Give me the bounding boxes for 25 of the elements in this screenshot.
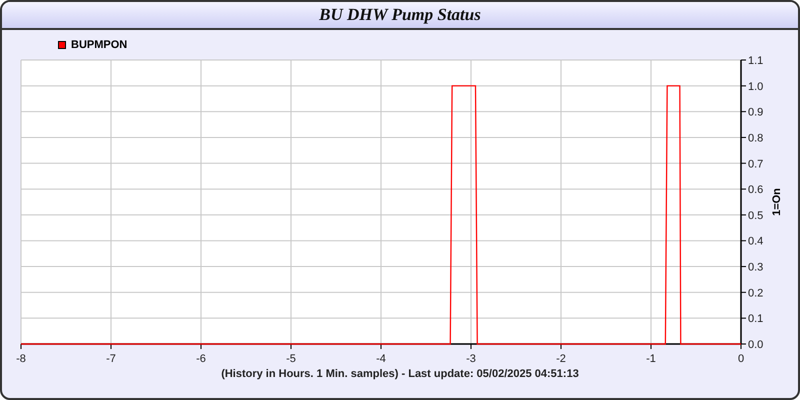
tick-label: 0.1 xyxy=(748,313,764,326)
legend-label: BUPMPON xyxy=(71,38,128,53)
tick-label: 1.0 xyxy=(748,80,764,93)
tick-label: 0.7 xyxy=(748,158,764,170)
tick-label: -8 xyxy=(16,353,26,365)
tick-label: -4 xyxy=(376,353,386,365)
tick-label: -7 xyxy=(106,353,116,365)
tick-label: -5 xyxy=(286,353,296,365)
tick-label: 0.3 xyxy=(748,262,764,274)
tick-label: 0.5 xyxy=(748,210,764,222)
tick-label: -1 xyxy=(646,353,656,365)
tick-label: 0 xyxy=(738,353,744,365)
tick-label: 0.0 xyxy=(748,339,764,351)
window-title: BU DHW Pump Status xyxy=(319,4,481,26)
tick-label: -6 xyxy=(196,353,206,365)
tick-label: 0.9 xyxy=(748,106,764,119)
tick-label: -3 xyxy=(466,353,476,365)
tick-label: 0.6 xyxy=(748,184,764,196)
axis-title: (History in Hours. 1 Min. samples) - Last update: 05/02/2025 04:51:13 xyxy=(221,367,579,382)
tick-label: 0.2 xyxy=(748,287,764,300)
tick-label: 1.1 xyxy=(748,55,764,67)
tick-label: 0.4 xyxy=(748,236,764,248)
axis-title: 1=On xyxy=(771,188,783,216)
tick-label: -2 xyxy=(556,353,566,365)
tick-label: 0.8 xyxy=(748,132,764,144)
